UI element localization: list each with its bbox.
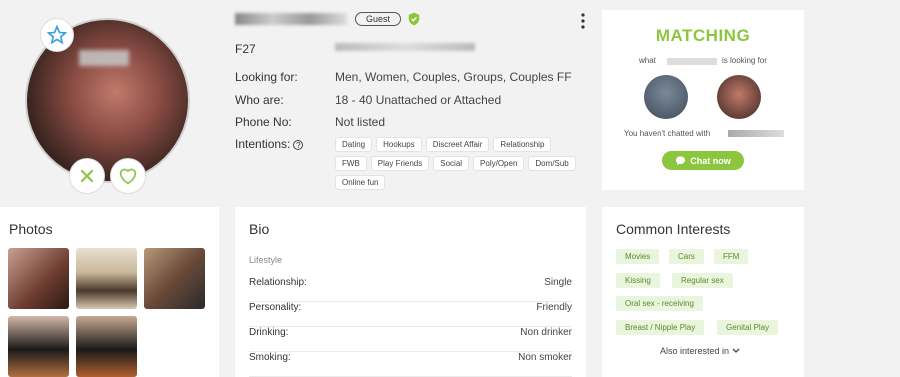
like-button[interactable]	[110, 158, 146, 194]
bio-row-label: Drinking:	[249, 327, 289, 338]
matching-looking-for: is looking for	[722, 56, 767, 65]
profile-code: F27	[235, 42, 256, 56]
photo-thumbnail[interactable]	[76, 316, 137, 377]
intention-tag: Dom/Sub	[528, 156, 576, 171]
also-interested-toggle[interactable]: Also interested in	[660, 346, 740, 356]
interests-title: Common Interests	[616, 221, 731, 237]
chevron-down-icon	[732, 348, 740, 353]
interest-tag: Movies	[616, 249, 660, 264]
phone-label: Phone No:	[235, 115, 292, 129]
profile-avatar-area	[25, 18, 190, 194]
bio-row-label: Smoking:	[249, 352, 291, 363]
username-blurred	[235, 13, 347, 25]
location-blurred	[335, 43, 475, 51]
bio-row-value: Non smoker	[518, 352, 572, 363]
chat-now-label: Chat now	[690, 155, 731, 166]
interest-tag: Kissing	[616, 273, 660, 288]
chat-now-button[interactable]: Chat now	[662, 151, 744, 170]
bio-row: Smoking: Non smoker	[249, 352, 572, 377]
intention-tag: Poly/Open	[473, 156, 525, 171]
bio-card: Bio Lifestyle Relationship: Single Perso…	[235, 207, 586, 377]
bio-row-value: Non drinker	[520, 327, 572, 338]
viewer-avatar	[644, 75, 688, 119]
interest-tag: Cars	[669, 249, 704, 264]
face-blur	[79, 50, 129, 66]
interest-tag: Oral sex - receiving	[616, 296, 703, 311]
intentions-tags: Dating Hookups Discreet Affair Relations…	[335, 137, 585, 190]
interest-tag: Genital Play	[717, 320, 779, 335]
bio-row: Personality: Friendly	[249, 302, 572, 327]
common-interests-card: Common Interests Movies Cars FFM Kissing…	[602, 207, 804, 377]
matching-title: MATCHING	[655, 26, 751, 45]
heart-icon	[119, 168, 137, 185]
intention-tag: Relationship	[493, 137, 552, 152]
profile-info: Guest F27 Looking for: Men, Women, Coupl…	[235, 10, 595, 190]
matching-card: MATCHING what is looking for You haven't…	[602, 10, 804, 190]
intention-tag: Hookups	[376, 137, 422, 152]
photo-thumbnail[interactable]	[8, 248, 69, 309]
bio-title: Bio	[249, 221, 270, 237]
interest-tag: FFM	[714, 249, 749, 264]
bio-row: Drinking: Non drinker	[249, 327, 572, 352]
lifestyle-heading: Lifestyle	[249, 255, 283, 265]
intention-tag: FWB	[335, 156, 367, 171]
bio-row: Relationship: Single	[249, 277, 572, 302]
bio-row-label: Relationship:	[249, 277, 307, 288]
phone-value: Not listed	[335, 115, 386, 129]
bio-row-value: Single	[544, 277, 572, 288]
close-icon	[80, 169, 94, 183]
photo-thumbnail[interactable]	[144, 248, 205, 309]
matching-subtitle: what is looking for	[602, 56, 804, 66]
favorite-button[interactable]	[40, 18, 74, 52]
bio-row-value: Friendly	[536, 302, 572, 313]
intention-tag: Play Friends	[370, 156, 430, 171]
profile-avatar-small[interactable]	[717, 75, 761, 119]
guest-badge: Guest	[355, 12, 402, 26]
kebab-icon[interactable]	[580, 12, 586, 30]
reject-button[interactable]	[69, 158, 105, 194]
intention-tag: Discreet Affair	[425, 137, 490, 152]
intentions-label: Intentions:	[235, 137, 291, 151]
photos-title: Photos	[9, 221, 53, 237]
intention-tag: Social	[433, 156, 470, 171]
username-blurred	[667, 58, 717, 65]
matching-what: what	[639, 56, 656, 65]
photo-thumbnail[interactable]	[76, 248, 137, 309]
bio-row-label: Personality:	[249, 302, 302, 313]
who-are-value: 18 - 40 Unattached or Attached	[335, 93, 502, 107]
looking-for-value: Men, Women, Couples, Groups, Couples FF	[335, 70, 572, 84]
chat-bubble-icon	[676, 156, 686, 166]
star-icon	[47, 25, 67, 45]
intention-tag: Online fun	[335, 175, 386, 190]
looking-for-label: Looking for:	[235, 70, 298, 84]
username-blurred	[728, 130, 784, 137]
help-icon[interactable]: ?	[293, 139, 304, 150]
photo-thumbnail[interactable]	[8, 316, 69, 377]
interest-tag: Breast / Nipple Play	[616, 320, 705, 335]
who-are-label: Who are:	[235, 93, 284, 107]
interest-tag: Regular sex	[672, 273, 733, 288]
also-interested-label: Also interested in	[660, 346, 730, 356]
name-row: Guest	[235, 10, 595, 28]
shield-check-icon	[408, 12, 420, 26]
intention-tag: Dating	[335, 137, 373, 152]
chat-note: You haven't chatted with	[624, 129, 711, 138]
photos-card: Photos	[0, 207, 219, 377]
intentions-label-row: Intentions:?	[235, 137, 304, 151]
